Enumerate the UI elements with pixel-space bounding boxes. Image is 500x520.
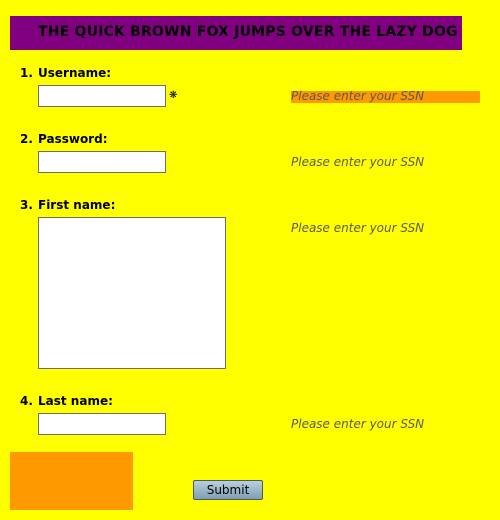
first-name-label: 3. First name:: [20, 198, 115, 212]
last-name-number: 4.: [20, 394, 33, 408]
password-input[interactable]: [38, 151, 166, 173]
username-number: 1.: [20, 66, 33, 80]
last-name-label-text: Last name:: [38, 394, 113, 408]
last-name-label: 4. Last name:: [20, 394, 113, 408]
first-name-hint: Please enter your SSN: [291, 221, 425, 235]
password-hint: Please enter your SSN: [291, 155, 425, 169]
username-label: 1. Username:: [20, 66, 111, 80]
last-name-input[interactable]: [38, 413, 166, 435]
password-label-text: Password:: [38, 132, 108, 146]
password-label: 2. Password:: [20, 132, 108, 146]
first-name-number: 3.: [20, 198, 33, 212]
submit-button[interactable]: Submit: [193, 480, 263, 500]
asterisk-icon: ❋: [169, 90, 178, 101]
username-label-text: Username:: [38, 66, 112, 80]
last-name-hint: Please enter your SSN: [291, 417, 425, 431]
page-title: THE QUICK BROWN FOX JUMPS OVER THE LAZY …: [38, 24, 458, 40]
username-hint: Please enter your SSN: [291, 89, 425, 103]
orange-block: [10, 452, 133, 510]
username-input[interactable]: [38, 85, 166, 107]
first-name-textarea[interactable]: [38, 217, 226, 369]
first-name-label-text: First name:: [38, 198, 116, 212]
password-number: 2.: [20, 132, 33, 146]
